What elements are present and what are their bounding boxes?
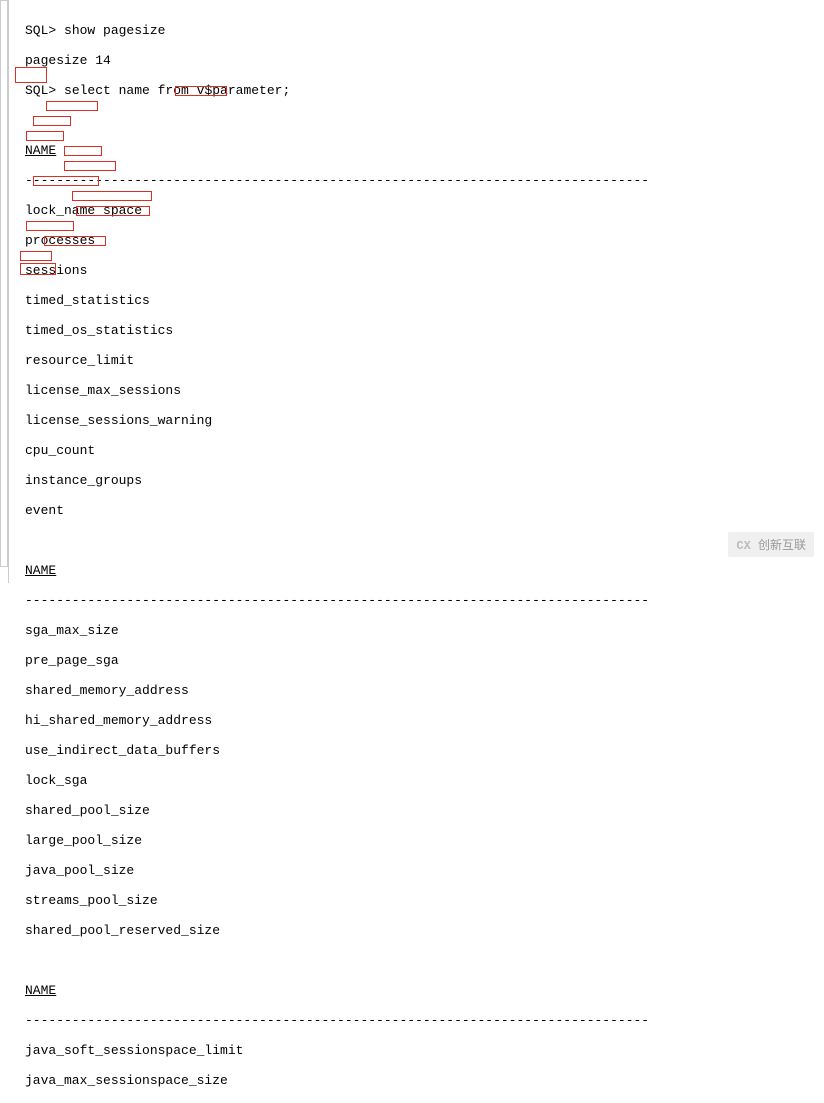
sql-prompt: SQL> xyxy=(25,23,64,38)
result-row: large_pool_size xyxy=(25,833,808,848)
result-row: instance_groups xyxy=(25,473,808,488)
result-row: timed_os_statistics xyxy=(25,323,808,338)
watermark-logo-icon: CX xyxy=(736,539,750,553)
result-row: license_sessions_warning xyxy=(25,413,808,428)
column-header: NAME xyxy=(25,143,808,158)
command-text: show pagesize xyxy=(64,23,165,38)
watermark-text: 创新互联 xyxy=(758,539,806,553)
column-header: NAME xyxy=(25,983,808,998)
watermark: CX 创新互联 xyxy=(728,532,814,557)
blank-line xyxy=(25,113,808,128)
separator-line: ----------------------------------------… xyxy=(25,173,808,188)
separator-line: ----------------------------------------… xyxy=(25,1013,808,1028)
column-header: NAME xyxy=(25,563,808,578)
left-border-handle xyxy=(0,0,8,567)
result-row: java_max_sessionspace_size xyxy=(25,1073,808,1088)
result-row: processes xyxy=(25,233,808,248)
prompt-line: SQL> select name from v$parameter; xyxy=(25,83,808,98)
result-row: sessions xyxy=(25,263,808,278)
result-row: hi_shared_memory_address xyxy=(25,713,808,728)
output-line: pagesize 14 xyxy=(25,53,808,68)
result-row: use_indirect_data_buffers xyxy=(25,743,808,758)
result-row: sga_max_size xyxy=(25,623,808,638)
sql-prompt: SQL> xyxy=(25,83,64,98)
result-row: timed_statistics xyxy=(25,293,808,308)
result-row: resource_limit xyxy=(25,353,808,368)
command-text: select name from v$parameter; xyxy=(64,83,290,98)
result-row: cpu_count xyxy=(25,443,808,458)
result-row: lock_sga xyxy=(25,773,808,788)
result-row: event xyxy=(25,503,808,518)
result-row: license_max_sessions xyxy=(25,383,808,398)
blank-line xyxy=(25,533,808,548)
prompt-line: SQL> show pagesize xyxy=(25,23,808,38)
result-row: pre_page_sga xyxy=(25,653,808,668)
result-row: shared_pool_size xyxy=(25,803,808,818)
result-row: lock_name_space xyxy=(25,203,808,218)
result-row: shared_pool_reserved_size xyxy=(25,923,808,938)
result-row: shared_memory_address xyxy=(25,683,808,698)
result-row: streams_pool_size xyxy=(25,893,808,908)
terminal-output: SQL> show pagesize pagesize 14 SQL> sele… xyxy=(8,0,824,583)
result-row: java_soft_sessionspace_limit xyxy=(25,1043,808,1058)
separator-line: ----------------------------------------… xyxy=(25,593,808,608)
blank-line xyxy=(25,953,808,968)
result-row: java_pool_size xyxy=(25,863,808,878)
